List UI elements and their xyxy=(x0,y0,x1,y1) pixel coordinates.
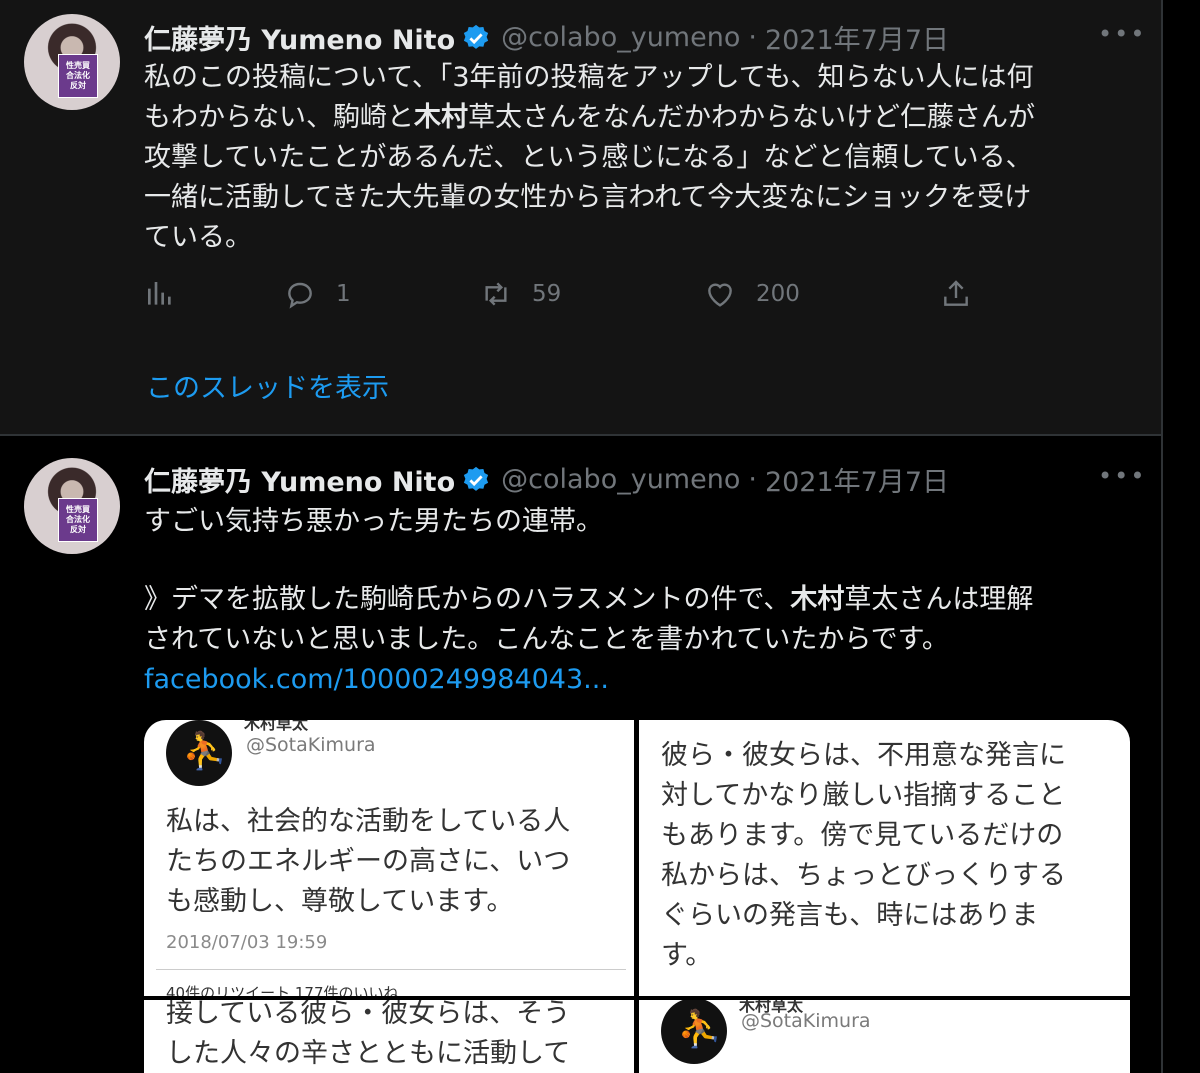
reply-button[interactable]: 1 xyxy=(284,278,351,310)
figure-icon: ⛹ xyxy=(677,1009,722,1050)
embedded-text: 彼ら・彼女らは、不用意な発言に 対してかなり厳しい指摘すること もあります。傍で… xyxy=(661,736,1066,976)
avatar-sign: 性売買 合法化 反対 xyxy=(58,54,98,98)
tweet-1[interactable]: 性売買 合法化 反対 仁藤夢乃 Yumeno Nito @colabo_yumeno… xyxy=(0,0,1161,436)
header-separator: · xyxy=(748,22,757,53)
embedded-handle: @SotaKimura xyxy=(741,1010,871,1032)
text-fragment: 草太さんをなんだかわからないけど仁藤さんが xyxy=(468,102,1035,133)
views-button[interactable] xyxy=(144,278,196,310)
divider xyxy=(156,969,626,970)
verified-icon xyxy=(461,465,491,495)
text-fragment: 草太さんは理解 xyxy=(844,584,1034,615)
like-icon xyxy=(708,283,732,307)
media-image-2[interactable]: 彼ら・彼女らは、不用意な発言に 対してかなり厳しい指摘すること もあります。傍で… xyxy=(639,720,1130,996)
tweet-text-line: ている。 xyxy=(144,222,252,253)
avatar: ⛹ xyxy=(166,720,232,786)
tweet-text-line: 一緒に活動してきた大先輩の女性から言われて今大変なにショックを受け xyxy=(144,182,1032,213)
author-handle[interactable]: @colabo_yumeno xyxy=(501,464,740,495)
embedded-handle: @SotaKimura xyxy=(246,734,376,756)
avatar-sign: 性売買 合法化 反対 xyxy=(58,498,98,542)
embedded-text: 私は、社会的な活動をしている人 たちのエネルギーの高さに、いつ も感動し、尊敬し… xyxy=(166,802,570,922)
highlighted-name: 木村 xyxy=(790,584,845,615)
figure-icon: ⛹ xyxy=(182,731,227,772)
reply-count: 1 xyxy=(336,281,351,307)
embedded-text-line: した人々の辛さとともに活動して xyxy=(166,1038,571,1069)
embedded-text-line: 対してかなり厳しい指摘すること xyxy=(661,780,1066,811)
tweet-text-line: もわからない、駒崎と木村草太さんをなんだかわからないけど仁藤さんが xyxy=(144,98,1134,138)
media-image-4[interactable]: 木村草太 ⛹ @SotaKimura xyxy=(639,1000,1130,1073)
tweet-media-grid[interactable]: 木村草太 ⛹ @SotaKimura 私は、社会的な活動をしている人 たちのエネ… xyxy=(144,720,1130,1073)
more-icon[interactable]: ••• xyxy=(1098,462,1146,490)
embedded-text-line: たちのエネルギーの高さに、いつ xyxy=(166,846,571,877)
show-thread-link[interactable]: このスレッドを表示 xyxy=(146,366,389,405)
like-button[interactable]: 200 xyxy=(704,278,800,310)
embedded-text-line: 彼ら・彼女らは、不用意な発言に xyxy=(661,740,1066,771)
text-fragment: 》デマを拡散した駒崎氏からのハラスメントの件で、 xyxy=(144,584,791,615)
embedded-text-line: 接している彼ら・彼女らは、そう xyxy=(166,1000,571,1029)
author-handle[interactable]: @colabo_yumeno xyxy=(501,22,740,53)
more-icon[interactable]: ••• xyxy=(1098,20,1146,48)
author-name[interactable]: 仁藤夢乃 Yumeno Nito xyxy=(144,18,455,57)
reply-icon xyxy=(288,282,312,309)
highlighted-name: 木村 xyxy=(414,102,468,133)
facebook-link[interactable]: facebook.com/10000249984043... xyxy=(144,660,1134,700)
column-border xyxy=(1161,0,1163,1073)
tweet-text-line: 》デマを拡散した駒崎氏からのハラスメントの件で、木村草太さんは理解 xyxy=(144,580,1134,620)
tweet-date[interactable]: 2021年7月7日 xyxy=(765,18,949,57)
embedded-text-line: 私からは、ちょっとびっくりする xyxy=(661,860,1066,891)
tweet-text-line: されていないと思いました。こんなことを書かれていたからです。 xyxy=(144,624,949,655)
embedded-text-line: ぐらいの発言も、時にはありま xyxy=(661,900,1039,931)
avatar[interactable]: 性売買 合法化 反対 xyxy=(24,14,120,110)
tweet-text: すごい気持ち悪かった男たちの連帯。 》デマを拡散した駒崎氏からのハラスメントの件… xyxy=(144,502,1134,700)
cut-off-name: 木村草太 xyxy=(244,720,309,733)
tweet-header: 仁藤夢乃 Yumeno Nito @colabo_yumeno · 2021年7… xyxy=(144,18,949,57)
tweet-actions: 1 59 200 xyxy=(144,278,984,318)
text-fragment: もわからない、駒崎と xyxy=(144,102,414,133)
author-name[interactable]: 仁藤夢乃 Yumeno Nito xyxy=(144,460,455,499)
timeline-column: 性売買 合法化 反対 仁藤夢乃 Yumeno Nito @colabo_yumeno… xyxy=(0,0,1163,1073)
embedded-text: 接している彼ら・彼女らは、そう した人々の辛さとともに活動して xyxy=(166,1000,570,1073)
like-count: 200 xyxy=(756,281,800,307)
embedded-text-line: す。 xyxy=(661,940,713,971)
tweet-text-line: すごい気持ち悪かった男たちの連帯。 xyxy=(144,506,603,537)
tweet-text-line: 攻撃していたことがあるんだ、という感じになる」などと信頼している、 xyxy=(144,142,1033,173)
share-button[interactable] xyxy=(940,278,992,310)
header-separator: · xyxy=(748,464,757,495)
embedded-text-line: もあります。傍で見ているだけの xyxy=(661,820,1064,851)
tweet-header: 仁藤夢乃 Yumeno Nito @colabo_yumeno · 2021年7… xyxy=(144,460,949,499)
media-image-1[interactable]: 木村草太 ⛹ @SotaKimura 私は、社会的な活動をしている人 たちのエネ… xyxy=(144,720,634,996)
media-image-3[interactable]: 接している彼ら・彼女らは、そう した人々の辛さとともに活動して xyxy=(144,1000,634,1073)
embedded-text-line: 私は、社会的な活動をしている人 xyxy=(166,806,571,837)
retweet-icon xyxy=(485,282,507,306)
retweet-button[interactable]: 59 xyxy=(480,278,561,310)
avatar[interactable]: 性売買 合法化 反対 xyxy=(24,458,120,554)
cut-off-footer: 40件のリツイート 177件のいいね xyxy=(166,984,399,996)
embedded-text-line: も感動し、尊敬しています。 xyxy=(166,886,514,917)
tweet-date[interactable]: 2021年7月7日 xyxy=(765,460,949,499)
verified-icon xyxy=(461,23,491,53)
embedded-date: 2018/07/03 19:59 xyxy=(166,932,328,953)
avatar: ⛹ xyxy=(661,1000,727,1064)
tweet-text: 私のこの投稿について、「3年前の投稿をアップしても、知らない人には何 もわからな… xyxy=(144,58,1134,258)
views-icon xyxy=(148,282,171,305)
share-icon xyxy=(944,280,968,306)
retweet-count: 59 xyxy=(532,281,562,307)
tweet-text-line: 私のこの投稿について、「3年前の投稿をアップしても、知らない人には何 xyxy=(144,62,1034,93)
